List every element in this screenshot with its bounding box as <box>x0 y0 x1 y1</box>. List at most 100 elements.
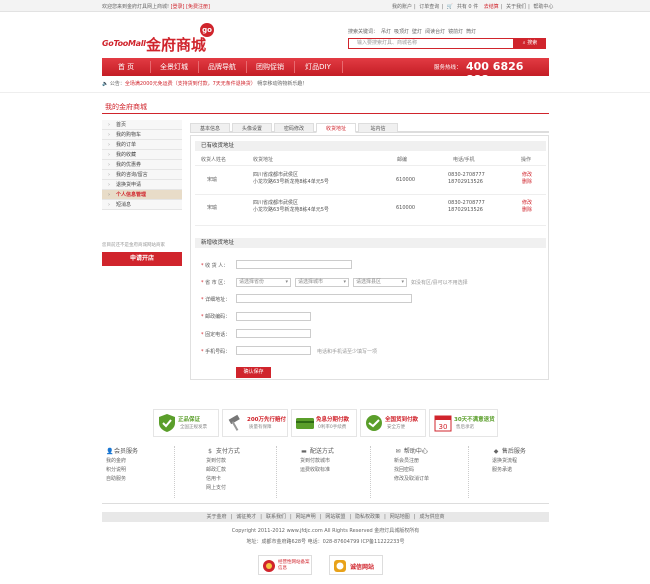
divider <box>195 165 546 166</box>
hotline-number: 400 6826 888 <box>466 60 524 86</box>
footer-link[interactable]: 运费收取标准 <box>300 467 334 474</box>
help-link[interactable]: 帮助中心 <box>533 4 553 10</box>
phone-line2: 18702913526 <box>448 179 483 185</box>
footer-col-title: 会员服务 <box>114 448 139 455</box>
footer-link[interactable]: 退换货流程 <box>492 458 526 465</box>
sidebar-item-messages[interactable]: 我的咨询/留言 <box>102 170 182 180</box>
search-button[interactable]: ⌕ 搜索 <box>514 38 546 49</box>
footer-col-title: 帮助中心 <box>403 448 428 455</box>
assurance-cod[interactable]: 全国货到付款 安全方便 <box>360 409 426 437</box>
delete-link[interactable]: 删除 <box>522 179 532 186</box>
notice-extra[interactable]: 畅享移动购物新乐趣！ <box>257 81 307 87</box>
address-panel: 已有收货地址 收货人姓名 收货地址 邮编 电话/手机 操作 宋瑜 四川省成都市武… <box>190 135 549 380</box>
district-select[interactable]: 请选择县区 <box>353 278 407 287</box>
footer-link-alliance[interactable]: 网站联盟 <box>325 514 345 520</box>
footer-link-about[interactable]: 关于金府 <box>207 514 227 520</box>
tab-inbox[interactable]: 站内信 <box>358 123 398 133</box>
footer-link-supplier[interactable]: 成为供应商 <box>419 514 444 520</box>
assurance-installment[interactable]: 免息分期付款 0利率0手续费 <box>291 409 357 437</box>
footer-link-statement[interactable]: 网站声明 <box>296 514 316 520</box>
hotkey[interactable]: 镜前灯 <box>448 29 463 35</box>
footer-link[interactable]: 积分说明 <box>106 467 138 474</box>
footer-link[interactable]: 邮政汇款 <box>206 467 240 474</box>
hotkey[interactable]: 吸顶灯 <box>394 29 409 35</box>
svg-text:30: 30 <box>439 423 448 431</box>
nav-diy[interactable]: 灯品DIY <box>294 58 342 76</box>
search-input[interactable]: 输入要搜索灯具、商城名称 <box>348 38 514 49</box>
footer-link[interactable]: 自助服务 <box>106 476 138 483</box>
footer-link[interactable]: 我的金府 <box>106 458 138 465</box>
open-store-button[interactable]: 申请开店 <box>102 252 182 266</box>
my-account-link[interactable]: 我的账户 <box>392 4 412 10</box>
edit-link[interactable]: 修改 <box>522 172 532 179</box>
sidebar-item-returns[interactable]: 退换货申请 <box>102 180 182 190</box>
sidebar-item-profile[interactable]: 个人信息管理 <box>102 190 182 200</box>
register-link[interactable]: [免费注册] <box>186 4 210 10</box>
cart-count[interactable]: 共有 0 件 <box>457 4 478 10</box>
truck-icon: ▬ <box>301 448 307 455</box>
footer-link[interactable]: 网上支付 <box>206 485 240 492</box>
province-select[interactable]: 请选择省份 <box>236 278 291 287</box>
footer-col-title: 配送方式 <box>309 448 334 455</box>
tab-basic-info[interactable]: 基本信息 <box>190 123 230 133</box>
tab-password[interactable]: 密码修改 <box>274 123 314 133</box>
sidebar-item-coupons[interactable]: 我的优惠券 <box>102 160 182 170</box>
notice-text[interactable]: 全场满2000元免运费（支持货到付款，7天无条件退换货） <box>125 81 256 87</box>
trust-badge[interactable]: 诚信网站 <box>329 555 383 575</box>
footer-link[interactable]: 信用卡 <box>206 476 240 483</box>
assurance-subtitle: 安全方便 <box>387 425 405 430</box>
divider <box>276 446 277 498</box>
detail-address-input[interactable] <box>236 294 412 303</box>
checkout-link[interactable]: 去结算 <box>484 4 499 10</box>
about-link[interactable]: 关于我们 <box>506 4 526 10</box>
sidebar-item-inbox[interactable]: 短消息 <box>102 200 182 210</box>
sidebar-item-home[interactable]: 首页 <box>102 120 182 130</box>
site-logo[interactable]: GoTooMall 金府商城 go <box>102 21 214 54</box>
user-icon: 👤 <box>106 448 114 455</box>
sidebar-item-orders[interactable]: 我的订单 <box>102 140 182 150</box>
tab-avatar[interactable]: 头像设置 <box>232 123 272 133</box>
hotkey[interactable]: 吊灯 <box>381 29 391 35</box>
sidebar-item-favorites[interactable]: 我的收藏 <box>102 150 182 160</box>
footer-link[interactable]: 修改及取消订单 <box>394 476 429 483</box>
delete-link[interactable]: 删除 <box>522 207 532 214</box>
footer-link[interactable]: 货到付款城市 <box>300 458 334 465</box>
sidebar-item-cart[interactable]: 我的购物车 <box>102 130 182 140</box>
phone-line2: 18702913526 <box>448 207 483 213</box>
handshake-icon <box>366 415 382 431</box>
icp-badge[interactable]: 经营性网站备案信息 <box>258 555 312 575</box>
nav-home[interactable]: 首 页 <box>102 58 150 76</box>
mobile-input[interactable] <box>236 346 311 355</box>
assurance-genuine[interactable]: 正品保证 全国正规发票 <box>153 409 219 437</box>
footer-link-jobs[interactable]: 诚征英才 <box>236 514 256 520</box>
footer-link-privacy[interactable]: 隐私权政策 <box>355 514 380 520</box>
nav-panorama[interactable]: 全景灯城 <box>150 58 198 76</box>
hotkey[interactable]: 筒灯 <box>466 29 476 35</box>
nav-groupbuy[interactable]: 团购促销 <box>246 58 294 76</box>
order-query-link[interactable]: 订单查询 <box>419 4 439 10</box>
zip-input[interactable] <box>236 312 311 321</box>
top-links: 我的账户 | 订单查询 | 🛒 共有 0 件 去结算 | 关于我们 | 帮助中心 <box>392 4 554 10</box>
receiver-input[interactable] <box>236 260 352 269</box>
phone-input[interactable] <box>236 329 311 338</box>
hotkey[interactable]: 壁灯 <box>412 29 422 35</box>
save-button[interactable]: 确认保存 <box>236 367 271 378</box>
footer-link-contact[interactable]: 联系我们 <box>266 514 286 520</box>
detail-address-label: * 详细地址： <box>201 296 230 303</box>
tab-shipping-address[interactable]: 收货地址 <box>316 123 356 133</box>
col-header-actions: 操作 <box>521 157 532 163</box>
nav-brands[interactable]: 品牌导航 <box>198 58 246 76</box>
required-mark: * <box>201 263 204 269</box>
hotkey[interactable]: 阅读台灯 <box>425 29 445 35</box>
edit-link[interactable]: 修改 <box>522 200 532 207</box>
assurance-compensation[interactable]: 200万先行赔付 质量有保障 <box>222 409 288 437</box>
footer-link[interactable]: 找回密码 <box>394 467 429 474</box>
login-link[interactable]: [登录] <box>171 4 185 10</box>
footer-link[interactable]: 新会员注册 <box>394 458 429 465</box>
footer-link-sitemap[interactable]: 网站地图 <box>390 514 410 520</box>
notice-bar: 🔈 公告：全场满2000元免运费（支持货到付款，7天无条件退换货） 畅享移动购物… <box>102 80 307 87</box>
assurance-return[interactable]: 30 30天不满意退货 售后承诺 <box>429 409 498 437</box>
city-select[interactable]: 请选择城市 <box>295 278 349 287</box>
footer-link[interactable]: 货到付款 <box>206 458 240 465</box>
footer-link[interactable]: 服务承诺 <box>492 467 526 474</box>
